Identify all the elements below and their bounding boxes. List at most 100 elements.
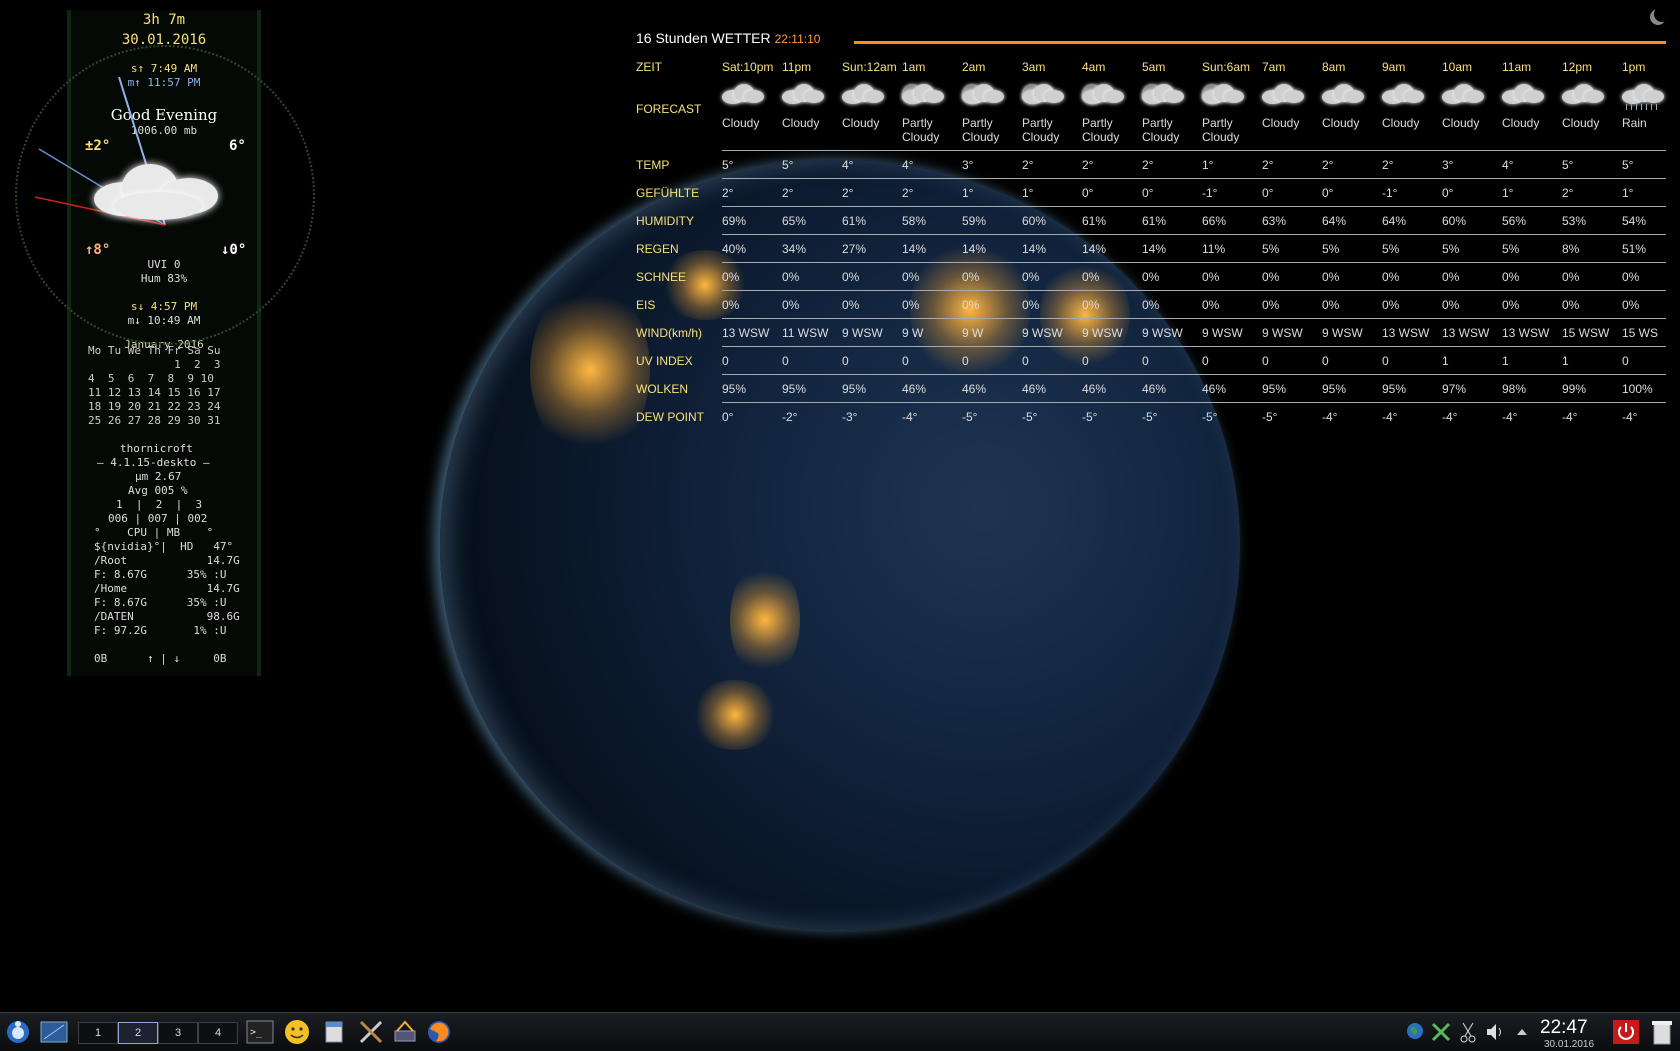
hour-label: 1am [902,60,926,74]
show-desktop-icon[interactable] [40,1019,68,1045]
moon-cloud-icon [1138,80,1186,110]
table-cell: 2° [722,186,734,200]
table-cell: 2° [1142,158,1154,172]
table-cell: 1° [1022,186,1034,200]
weather-time: 22:11:10 [774,32,821,46]
taskbar-clock[interactable]: 22:47 [1540,1017,1588,1039]
table-cell: 14% [1082,242,1107,256]
row-label: GEFÜHLTE [636,186,700,200]
row-label: WIND(km/h) [636,326,702,340]
hour-label: 8am [1322,60,1346,74]
table-cell: 0% [1202,298,1220,312]
forecast-text: Cloudy [1022,130,1060,144]
table-cell: 27% [842,242,867,256]
table-cell: 11 WSW [782,326,829,340]
table-cell: 61% [1142,214,1167,228]
table-cell: 0° [1262,186,1274,200]
globe-icon[interactable] [1404,1019,1426,1045]
gpu-temp: ${nvidia}°| HD 47° [94,540,234,553]
forecast-text: Cloudy [962,130,1000,144]
calendar-header: Mo Tu We Th Fr Sa Su [88,344,221,357]
volume-icon[interactable] [1484,1019,1506,1045]
trash-icon[interactable] [1650,1019,1674,1045]
calendar-week: 4 5 6 7 8 9 10 [88,372,214,385]
svg-text:>_: >_ [250,1027,263,1038]
desktop-pager-1[interactable]: 1 [78,1022,118,1044]
table-cell: 95% [1382,382,1407,396]
table-cell: 0% [782,270,800,284]
forecast-text: Partly [902,116,933,130]
table-cell: 0° [1442,186,1454,200]
table-cell: 9 WSW [1262,326,1303,340]
notes-icon[interactable] [323,1019,345,1045]
desktop-pager-2[interactable]: 2 [118,1022,158,1044]
table-cell: 100% [1622,382,1653,396]
table-cell: 0 [1322,354,1329,368]
scissors-icon[interactable] [1458,1019,1478,1045]
table-cell: 0% [1202,270,1220,284]
table-cell: -5° [1202,410,1218,424]
firefox-icon[interactable] [426,1019,452,1045]
hour-label: 9am [1382,60,1406,74]
table-cell: 2° [902,186,914,200]
desktop-pager-3[interactable]: 3 [158,1022,198,1044]
table-cell: 95% [1262,382,1287,396]
table-cell: 5% [1262,242,1280,256]
uptime: 3h 7m [142,12,186,28]
table-cell: 60% [1022,214,1047,228]
table-cell: 95% [782,382,807,396]
table-cell: -4° [1562,410,1578,424]
table-cell: 0% [1142,270,1160,284]
table-cell: 46% [962,382,987,396]
table-cell: 0 [902,354,909,368]
row-label: DEW POINT [636,410,704,424]
table-cell: 1 [1562,354,1569,368]
table-cell: 2° [1262,158,1274,172]
home-size: /Home 14.7G [94,582,240,595]
forecast-text: Cloudy [722,116,760,130]
table-cell: 0% [1322,298,1340,312]
table-cell: 9 WSW [1322,326,1363,340]
kde-menu-icon[interactable] [4,1019,32,1045]
table-cell: 0 [842,354,849,368]
smiley-icon[interactable] [283,1019,311,1045]
terminal-icon[interactable]: >_ [246,1019,274,1045]
cloud-icon [838,80,886,110]
table-cell: 0° [722,410,734,424]
table-cell: 0 [1082,354,1089,368]
network-manager-icon[interactable] [392,1019,418,1045]
table-cell: 5% [1322,242,1340,256]
row-separator [722,206,1666,207]
weather-title-text: 16 Stunden WETTER [636,30,771,46]
table-cell: 0° [1322,186,1334,200]
table-cell: -4° [1442,410,1458,424]
table-cell: 15 WS [1622,326,1659,340]
table-cell: 54% [1622,214,1647,228]
table-cell: 0% [1622,270,1640,284]
table-cell: 1° [1202,158,1214,172]
hour-label: Sun:6am [1202,60,1251,74]
power-icon[interactable] [1612,1019,1640,1045]
forecast-text: Rain [1622,116,1647,130]
calendar-week: 18 19 20 21 22 23 24 [88,400,221,413]
connection-icon[interactable] [1430,1019,1452,1045]
table-cell: 95% [1322,382,1347,396]
tools-icon[interactable] [358,1019,384,1045]
moon-cloud-icon [898,80,946,110]
table-cell: 4° [902,158,914,172]
table-cell: 46% [1082,382,1107,396]
table-cell: -5° [1082,410,1098,424]
cloud-icon [1378,80,1426,110]
desktop-pager-4[interactable]: 4 [198,1022,238,1044]
table-cell: 56% [1502,214,1527,228]
table-cell: 64% [1382,214,1407,228]
table-cell: 2° [842,186,854,200]
table-cell: -4° [1502,410,1518,424]
table-cell: 14% [1142,242,1167,256]
table-cell: 95% [842,382,867,396]
tray-arrow-icon[interactable] [1514,1019,1530,1045]
kernel: — 4.1.15-deskto — [97,456,210,469]
table-cell: 99% [1562,382,1587,396]
table-cell: -5° [1142,410,1158,424]
table-cell: -4° [1322,410,1338,424]
